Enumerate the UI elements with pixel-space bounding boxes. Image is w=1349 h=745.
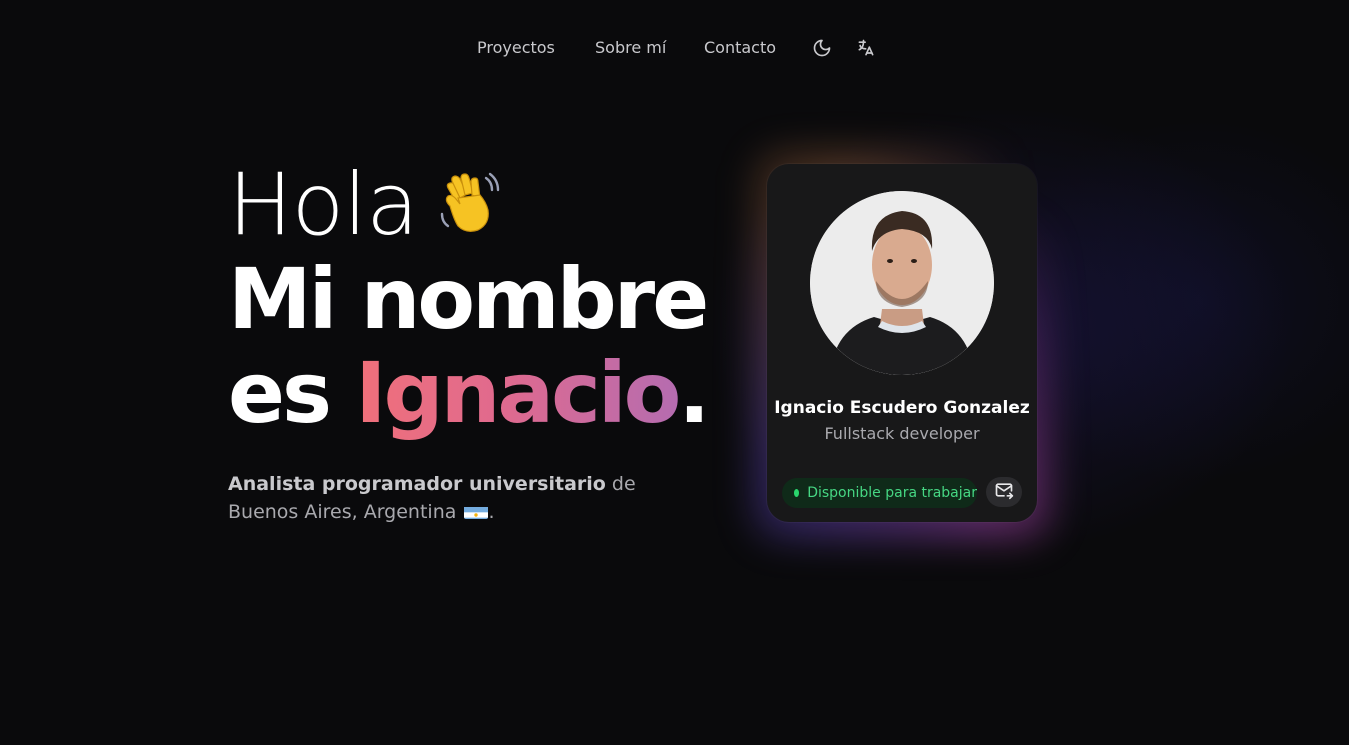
page: Proyectos Sobre mí Contacto Hola Mi nomb… [0, 0, 1349, 745]
status-badge: Disponible para trabajar [782, 478, 977, 508]
card-role: Fullstack developer [824, 424, 980, 443]
hero-name-dot: . [678, 344, 710, 442]
mail-button[interactable] [986, 477, 1022, 507]
nav-link-proyectos[interactable]: Proyectos [477, 36, 555, 60]
avatar [810, 191, 994, 375]
translate-icon[interactable] [856, 38, 876, 58]
hero-subtitle-bold: Analista programador universitario [228, 473, 606, 495]
mail-icon [994, 480, 1014, 504]
hero-line-3-prefix: es [228, 344, 332, 442]
card-name: Ignacio Escudero Gonzalez [774, 398, 1030, 418]
waving-hand-icon [434, 168, 506, 240]
hero-line-3: es Ignacio. [228, 344, 710, 442]
hero-line-2: Mi nombre [228, 250, 709, 348]
status-dot-icon [794, 489, 800, 497]
moon-icon[interactable] [812, 38, 832, 58]
hero-greeting: Hola [228, 155, 419, 255]
nav-link-contacto[interactable]: Contacto [704, 36, 776, 60]
argentina-flag-icon [464, 503, 489, 519]
hero-subtitle-end: . [488, 501, 495, 523]
nav-link-sobre-mi[interactable]: Sobre mí [595, 36, 666, 60]
profile-card: Ignacio Escudero Gonzalez Fullstack deve… [767, 164, 1037, 522]
top-nav: Proyectos Sobre mí Contacto [0, 36, 1349, 60]
hero-subtitle: Analista programador universitario de Bu… [228, 470, 648, 526]
status-text: Disponible para trabajar [807, 485, 977, 501]
hero-name: Ignacio [355, 344, 681, 442]
